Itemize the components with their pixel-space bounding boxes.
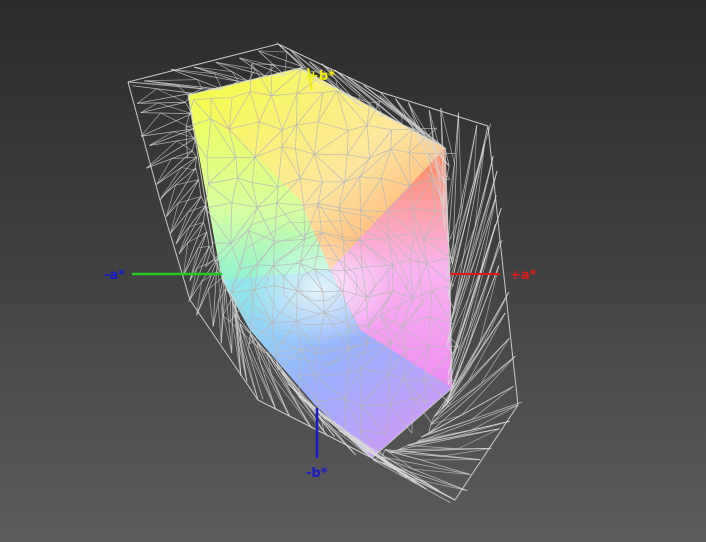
wireframe-edge — [137, 101, 186, 104]
wireframe-edge — [277, 43, 306, 68]
wireframe-edge — [189, 247, 199, 281]
wireframe-edge — [191, 150, 197, 158]
wireframe-edge — [146, 137, 196, 169]
axis-label-negative-b: -b* — [306, 466, 328, 481]
wireframe-edge — [137, 92, 192, 104]
wireframe-edge — [398, 428, 500, 451]
wireframe-edge — [176, 140, 193, 152]
wireframe-edge — [208, 289, 214, 327]
wireframe-edge — [181, 167, 196, 171]
wireframe-edge — [140, 112, 161, 137]
wireframe-edge — [407, 444, 458, 450]
wireframe-edge — [140, 102, 158, 113]
wireframe-outline-edge — [127, 43, 279, 83]
wireframe-edge — [458, 112, 462, 212]
wireframe-edge — [381, 456, 468, 491]
wireframe-edge — [178, 226, 190, 255]
wireframe-edge — [217, 302, 222, 344]
wireframe-edge — [140, 112, 192, 115]
wireframe-edge — [478, 291, 510, 354]
wireframe-edge — [175, 211, 189, 244]
wireframe-edge — [206, 231, 210, 247]
wireframe-edge — [239, 57, 285, 76]
gamut-3d-view: -a* +a* +b* -b* — [104, 42, 537, 503]
wireframe-edge — [198, 179, 202, 197]
wireframe-edge — [398, 468, 439, 491]
axis-label-positive-a: +a* — [510, 268, 537, 283]
wireframe-edge — [156, 158, 172, 185]
wireframe-edge — [443, 207, 445, 228]
wireframe-edge — [480, 337, 510, 385]
wireframe-edge — [354, 437, 439, 491]
wireframe-edge — [198, 245, 210, 249]
wireframe-edge — [258, 50, 288, 53]
mesh-edge — [343, 239, 361, 242]
wireframe-edge — [203, 222, 208, 233]
mesh-edge — [361, 404, 391, 406]
wireframe-edge — [446, 265, 500, 406]
wireframe-edge — [195, 167, 199, 180]
wireframe-outline-edge — [499, 239, 519, 406]
wireframe-edge — [140, 101, 186, 113]
wireframe-edge — [144, 79, 198, 82]
axis-label-negative-a: -a* — [104, 268, 125, 283]
axis-label-positive-b: +b* — [308, 69, 335, 84]
mesh-edge — [360, 368, 362, 406]
wireframe-edge — [146, 150, 193, 169]
wireframe-edge — [202, 88, 223, 90]
wireframe-edge — [193, 66, 239, 82]
wireframe-edge — [156, 150, 193, 185]
